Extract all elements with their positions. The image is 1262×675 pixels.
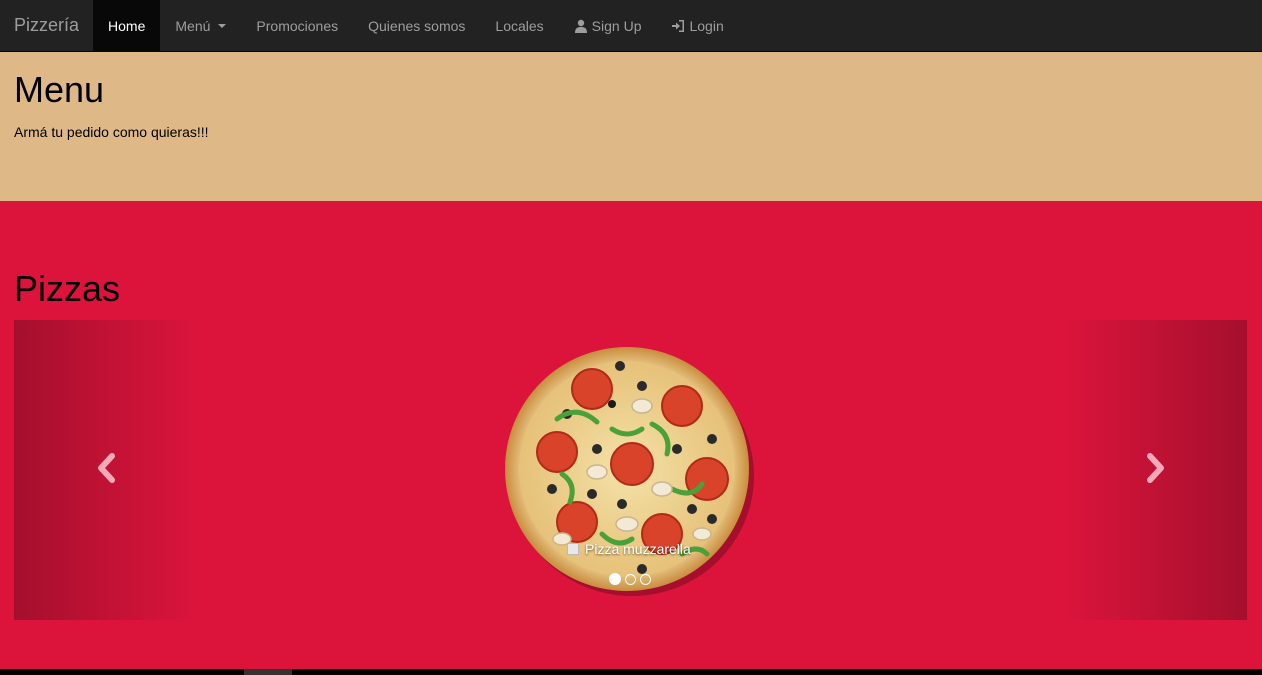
section-title-pizzas: Pizzas <box>14 268 121 309</box>
nav-quienes-somos-label: Quienes somos <box>368 17 466 34</box>
brand-link[interactable]: Pizzería <box>0 0 93 51</box>
chevron-left-icon <box>96 452 118 488</box>
user-icon <box>574 19 588 33</box>
pizza-carousel: Pizza muzzarella <box>14 320 1247 620</box>
footer-scroll-indicator <box>244 669 292 675</box>
carousel-indicators <box>609 573 651 585</box>
carousel-indicator-2[interactable] <box>625 573 636 585</box>
login-icon <box>671 19 685 33</box>
nav-locales-label: Locales <box>495 17 544 34</box>
nav-home-label: Home <box>108 17 146 34</box>
chevron-right-icon <box>1144 452 1166 488</box>
carousel-indicator-1[interactable] <box>609 573 621 585</box>
nav-menu-dropdown[interactable]: Menú <box>160 0 241 51</box>
nav-sign-up[interactable]: Sign Up <box>559 0 657 51</box>
top-navbar: Pizzería Home Menú Promociones Quienes s… <box>0 0 1262 52</box>
carousel-prev-button[interactable] <box>14 320 199 620</box>
carousel-caption-text: Pizza muzzarella <box>585 541 691 557</box>
pizza-image <box>502 344 754 596</box>
nav-promociones-label: Promociones <box>256 17 339 34</box>
nav-sign-up-label: Sign Up <box>591 17 642 34</box>
page-subtitle: Armá tu pedido como quieras!!! <box>14 123 209 140</box>
page-title: Menu <box>14 69 105 110</box>
footer-bar <box>0 669 1262 675</box>
nav-locales[interactable]: Locales <box>480 0 558 51</box>
nav-promociones[interactable]: Promociones <box>241 0 353 51</box>
nav-menu-label: Menú <box>175 17 211 34</box>
menu-jumbotron: Menu Armá tu pedido como quieras!!! <box>0 52 1262 201</box>
caret-down-icon <box>218 23 227 28</box>
checkbox-icon[interactable] <box>567 543 579 555</box>
nav-home[interactable]: Home <box>93 0 161 51</box>
nav-login-label: Login <box>689 17 724 34</box>
carousel-indicator-3[interactable] <box>640 573 651 585</box>
nav-login[interactable]: Login <box>656 0 738 51</box>
carousel-next-button[interactable] <box>1062 320 1247 620</box>
nav-quienes-somos[interactable]: Quienes somos <box>353 0 480 51</box>
carousel-caption: Pizza muzzarella <box>567 541 691 557</box>
